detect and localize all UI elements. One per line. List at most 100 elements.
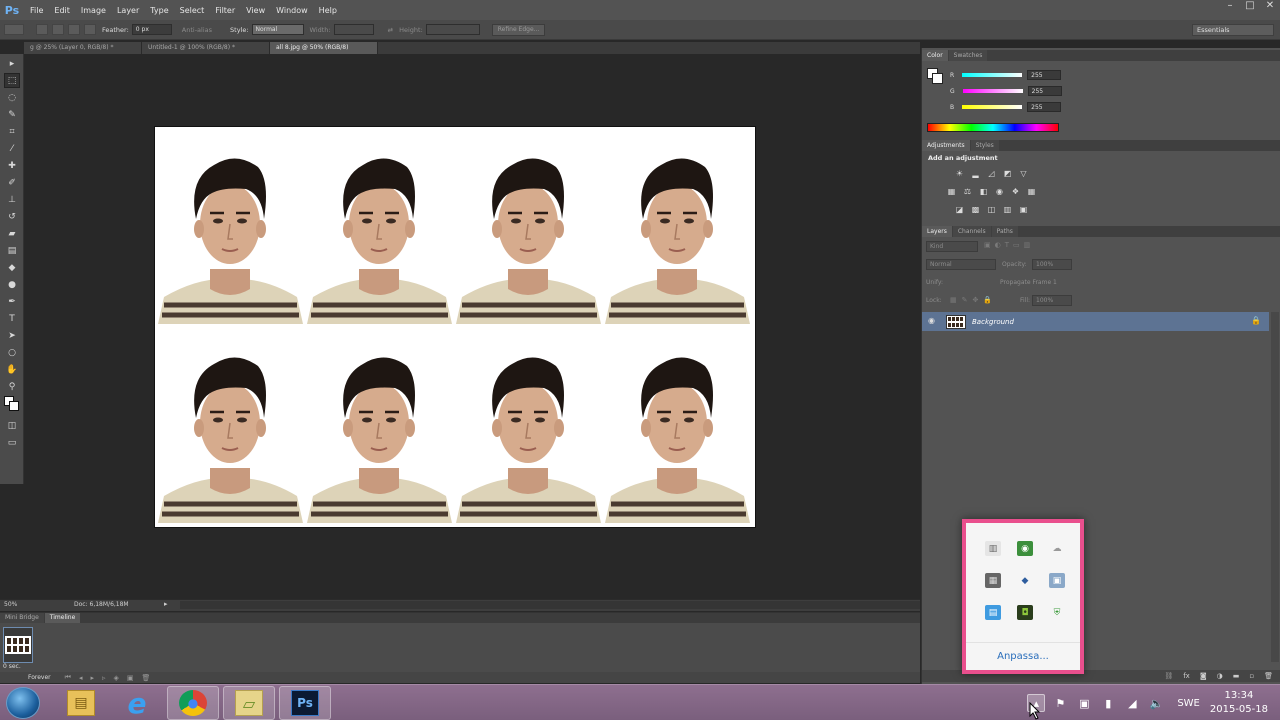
menu-filter[interactable]: Filter: [215, 6, 235, 15]
action-center-flag-icon[interactable]: ⚑: [1051, 694, 1069, 712]
nvidia-tray-icon[interactable]: ▣: [1075, 694, 1093, 712]
taskbar-explorer[interactable]: ▤: [55, 686, 107, 720]
move-icon[interactable]: ▸: [4, 56, 20, 71]
tab-styles[interactable]: Styles: [970, 140, 999, 151]
display-icon[interactable]: ▦: [985, 573, 1001, 588]
power-icon[interactable]: ▮: [1099, 694, 1117, 712]
tab-paths[interactable]: Paths: [991, 226, 1018, 237]
tab-swatches[interactable]: Swatches: [948, 50, 988, 61]
layer-filter-kind[interactable]: Kind: [926, 241, 978, 252]
link-layers-icon[interactable]: ⛓: [1164, 672, 1173, 680]
start-button[interactable]: [6, 687, 40, 719]
taskbar-chrome[interactable]: ●: [167, 686, 219, 720]
layer-style-icon[interactable]: fx: [1183, 672, 1190, 680]
channel-mixer-icon[interactable]: ❖: [1010, 186, 1021, 196]
network-globe-icon[interactable]: ◉: [1017, 541, 1033, 556]
layers-scrollbar[interactable]: [1271, 312, 1279, 662]
taskbar-folder[interactable]: ▱: [223, 686, 275, 720]
wifi-signal-icon[interactable]: ◢: [1123, 694, 1141, 712]
b-value[interactable]: 255: [1027, 102, 1062, 112]
layer-row-background[interactable]: ◉ Background 🔒: [922, 312, 1269, 331]
lock-icons[interactable]: ▦✎✥🔒: [950, 296, 997, 304]
propagate-checkbox[interactable]: Propagate Frame 1: [1000, 279, 1057, 286]
hand-icon[interactable]: ✋: [4, 362, 20, 377]
taskbar-ie[interactable]: e: [111, 686, 163, 720]
doc-tab-active[interactable]: all 8.jpg @ 50% (RGB/8): [270, 42, 378, 54]
r-value[interactable]: 255: [1027, 70, 1062, 80]
menu-type[interactable]: Type: [150, 6, 168, 15]
prev-frame-icon[interactable]: ◂: [79, 674, 83, 682]
animation-frame[interactable]: [3, 627, 33, 663]
menu-layer[interactable]: Layer: [117, 6, 139, 15]
shape-icon[interactable]: ○: [4, 345, 20, 360]
tab-timeline[interactable]: Timeline: [44, 613, 81, 623]
document-canvas[interactable]: [155, 127, 755, 527]
tab-color[interactable]: Color: [922, 50, 948, 61]
subtract-selection-icon[interactable]: [68, 24, 80, 35]
nvidia-icon[interactable]: ◘: [1017, 605, 1033, 620]
customize-link[interactable]: Anpassa...: [966, 642, 1080, 670]
quick-mask-icon[interactable]: ◫: [4, 418, 20, 433]
new-selection-icon[interactable]: [36, 24, 48, 35]
tab-channels[interactable]: Channels: [952, 226, 991, 237]
status-menu-arrow-icon[interactable]: ▸: [164, 600, 168, 608]
brightness-icon[interactable]: ☀: [954, 168, 965, 178]
menu-image[interactable]: Image: [81, 6, 106, 15]
close-button[interactable]: ✕: [1260, 0, 1280, 14]
maximize-button[interactable]: □: [1240, 0, 1260, 14]
invert-icon[interactable]: ◪: [954, 204, 965, 214]
tween-icon[interactable]: ◈: [114, 674, 119, 682]
tool-preset-picker[interactable]: [4, 24, 24, 35]
new-layer-icon[interactable]: ▫: [1249, 672, 1254, 680]
exposure-icon[interactable]: ◩: [1002, 168, 1013, 178]
visibility-eye-icon[interactable]: ◉: [928, 316, 935, 325]
height-input[interactable]: [425, 24, 480, 35]
opacity-input[interactable]: 100%: [1032, 259, 1072, 270]
eyedropper-icon[interactable]: ⁄: [4, 141, 20, 156]
intersect-selection-icon[interactable]: [84, 24, 96, 35]
delete-layer-icon[interactable]: 🗑: [1264, 672, 1273, 680]
first-frame-icon[interactable]: ⏮: [65, 673, 71, 682]
marquee-icon[interactable]: ⬚: [4, 73, 20, 88]
threshold-icon[interactable]: ◫: [986, 204, 997, 214]
brush-icon[interactable]: ✐: [4, 175, 20, 190]
play-icon[interactable]: ▸: [90, 674, 94, 682]
clock[interactable]: 13:34 2015-05-18: [1210, 689, 1268, 717]
bluetooth-icon[interactable]: ◆: [1017, 573, 1033, 588]
dodge-icon[interactable]: ●: [4, 277, 20, 292]
cloud-icon[interactable]: ☁: [1049, 541, 1065, 556]
menu-select[interactable]: Select: [180, 6, 205, 15]
taskbar-photoshop[interactable]: Ps: [279, 686, 331, 720]
blur-icon[interactable]: ◆: [4, 260, 20, 275]
clone-stamp-icon[interactable]: ⊥: [4, 192, 20, 207]
black-white-icon[interactable]: ◧: [978, 186, 989, 196]
layer-name[interactable]: Background: [972, 318, 1014, 326]
horizontal-scrollbar[interactable]: [180, 601, 920, 609]
healing-icon[interactable]: ✚: [4, 158, 20, 173]
refine-edge-button[interactable]: Refine Edge...: [491, 23, 546, 36]
swap-icon[interactable]: ⇄: [388, 26, 393, 34]
tab-layers[interactable]: Layers: [922, 226, 952, 237]
language-indicator[interactable]: SWE: [1177, 698, 1200, 709]
duplicate-frame-icon[interactable]: ▣: [127, 674, 134, 682]
fill-input[interactable]: 100%: [1032, 295, 1072, 306]
menu-window[interactable]: Window: [276, 6, 308, 15]
photo-filter-icon[interactable]: ◉: [994, 186, 1005, 196]
zoom-level[interactable]: 50%: [4, 601, 17, 608]
doc-tab-1[interactable]: g @ 25% (Layer 0, RGB/8) *: [24, 42, 142, 54]
workspace-select[interactable]: Essentials: [1192, 24, 1274, 36]
quick-select-icon[interactable]: ✎: [4, 107, 20, 122]
tab-mini-bridge[interactable]: Mini Bridge: [0, 613, 44, 623]
color-lookup-icon[interactable]: ▦: [1026, 186, 1037, 196]
vibrance-icon[interactable]: ▽: [1018, 168, 1029, 178]
volume-icon[interactable]: 🔈: [1147, 694, 1165, 712]
new-group-icon[interactable]: ▬: [1233, 672, 1240, 680]
feather-input[interactable]: 0 px: [131, 24, 172, 35]
add-mask-icon[interactable]: ◙: [1200, 672, 1207, 680]
delete-frame-icon[interactable]: 🗑: [142, 674, 151, 682]
menu-view[interactable]: View: [246, 6, 265, 15]
doc-tab-2[interactable]: Untitled-1 @ 100% (RGB/8) *: [142, 42, 270, 54]
app-icon[interactable]: ▤: [985, 605, 1001, 620]
posterize-icon[interactable]: ▩: [970, 204, 981, 214]
tab-adjustments[interactable]: Adjustments: [922, 140, 970, 151]
